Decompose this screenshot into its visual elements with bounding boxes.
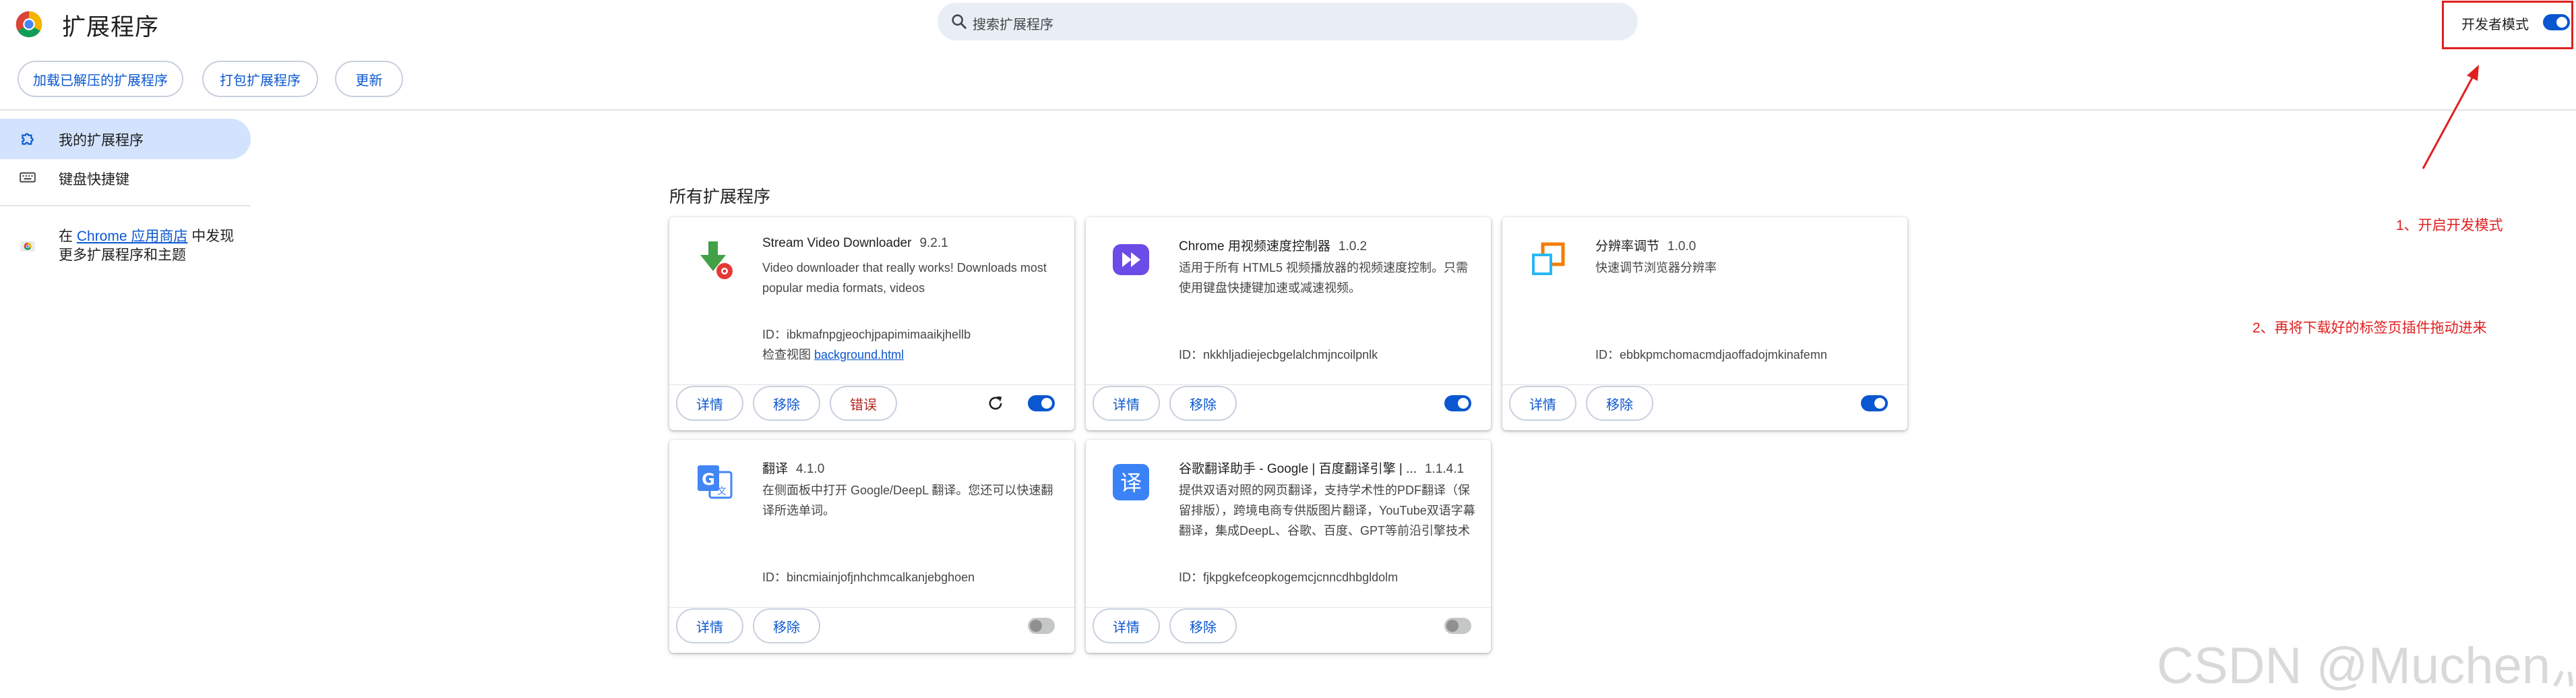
extension-version: 4.1.0 — [796, 462, 825, 476]
details-button[interactable]: 详情 — [676, 608, 743, 643]
extension-id: ID：ibkmafnpgjeochjpapimimaaikjhellb — [762, 328, 971, 341]
search-placeholder: 搜索扩展程序 — [973, 18, 1053, 32]
extension-name: Chrome 用视频速度控制器 1.0.2 — [1179, 236, 1367, 254]
extension-version: 1.0.0 — [1667, 239, 1696, 254]
extension-card: 译 谷歌翻译助手 - Google | 百度翻译引擎 | ... 1.1.4.1 … — [1086, 440, 1491, 653]
card-divider — [1086, 384, 1491, 385]
card-divider — [1086, 607, 1491, 608]
annotation-step1: 1、开启开发模式 — [2396, 218, 2503, 233]
extension-description: 在侧面板中打开 Google/DeepL 翻译。您还可以快速翻译所选单词。 — [762, 484, 1053, 517]
search-bar[interactable]: 搜索扩展程序 — [938, 3, 1638, 40]
extension-version: 9.2.1 — [919, 236, 948, 250]
details-button[interactable]: 详情 — [676, 386, 743, 421]
extension-enable-toggle[interactable] — [1444, 618, 1471, 634]
annotation-arrow — [2422, 65, 2479, 169]
chrome-logo-icon — [16, 11, 42, 38]
extension-card: Chrome 用视频速度控制器 1.0.2 适用于所有 HTML5 视频播放器的视… — [1086, 217, 1491, 430]
extension-description: Video downloader that really works! Down… — [762, 261, 1047, 295]
extension-card: 分辨率调节 1.0.0 快速调节浏览器分辨率 ID：ebbkpmchomacmdj… — [1502, 217, 1907, 430]
sidebar-item-label: 我的扩展程序 — [59, 133, 144, 148]
details-button[interactable]: 详情 — [1509, 386, 1576, 421]
sidebar-divider — [0, 205, 251, 206]
extension-enable-toggle[interactable] — [1861, 395, 1888, 411]
pack-extension-button[interactable]: 打包扩展程序 — [202, 61, 318, 97]
extension-id: ID：fjkpgkefceopkogemcjcnncdhbgldolm — [1179, 571, 1399, 584]
inspect-label: 检查视图 — [762, 348, 811, 361]
remove-button[interactable]: 移除 — [1586, 386, 1653, 421]
errors-button[interactable]: 错误 — [830, 386, 897, 421]
sidebar-item-keyboard-shortcuts[interactable]: 键盘快捷键 — [59, 169, 129, 189]
update-button[interactable]: 更新 — [335, 61, 403, 97]
keyboard-icon — [20, 172, 36, 183]
extension-enable-toggle[interactable] — [1028, 618, 1055, 634]
extension-name: 翻译 4.1.0 — [762, 459, 824, 477]
svg-text:译: 译 — [1120, 470, 1142, 496]
extension-name: Stream Video Downloader 9.2.1 — [762, 236, 948, 251]
download-arrow-icon — [700, 241, 733, 279]
store-suffix: 中发现 — [187, 229, 235, 244]
web-store-promo: 在 Chrome 应用商店 中发现 更多扩展程序和主题 — [59, 227, 261, 265]
reload-icon[interactable] — [986, 394, 1005, 413]
inspect-views: 检查视图 background.html — [762, 345, 904, 363]
extension-id: ID：nkkhljadiejecbgelalchmjncoilpnlk — [1179, 348, 1378, 361]
remove-button[interactable]: 移除 — [753, 386, 820, 421]
extension-title: 分辨率调节 — [1595, 239, 1660, 254]
translate-yi-icon: 译 — [1113, 464, 1149, 500]
web-store-link[interactable]: Chrome 应用商店 — [77, 229, 188, 244]
extension-title: 翻译 — [762, 462, 789, 476]
details-button[interactable]: 详情 — [1093, 608, 1160, 643]
store-prefix: 在 — [59, 229, 77, 244]
extension-id: ID：ebbkpmchomacmdjaoffadojmkinafemn — [1595, 348, 1827, 361]
remove-button[interactable]: 移除 — [753, 608, 820, 643]
resize-squares-icon — [1532, 242, 1565, 275]
fast-forward-icon — [1113, 244, 1149, 275]
toolbar-divider — [0, 109, 2576, 111]
extension-name: 分辨率调节 1.0.0 — [1595, 236, 1696, 254]
svg-text:文: 文 — [717, 486, 727, 497]
svg-text:G: G — [702, 470, 715, 489]
search-icon — [952, 14, 967, 29]
extension-title: 谷歌翻译助手 - Google | 百度翻译引擎 | ... — [1179, 462, 1417, 476]
extension-enable-toggle[interactable] — [1028, 395, 1055, 411]
extension-id: ID：bincmiainjofjnhchmcalkanjebghoen — [762, 571, 975, 584]
extension-title: Chrome 用视频速度控制器 — [1179, 239, 1330, 254]
extension-title: Stream Video Downloader — [762, 236, 912, 250]
remove-button[interactable]: 移除 — [1169, 608, 1237, 643]
remove-button[interactable]: 移除 — [1169, 386, 1237, 421]
extension-card: Stream Video Downloader 9.2.1 Video downl… — [669, 217, 1074, 430]
store-line2: 更多扩展程序和主题 — [59, 248, 186, 263]
web-store-icon — [20, 241, 35, 252]
extension-description: 快速调节浏览器分辨率 — [1595, 261, 1717, 274]
page-title: 扩展程序 — [62, 14, 160, 40]
inspect-background-link[interactable]: background.html — [814, 348, 904, 361]
extension-enable-toggle[interactable] — [1444, 395, 1471, 411]
section-title: 所有扩展程序 — [669, 187, 771, 206]
annotation-step2: 2、再将下载好的标签页插件拖动进来 — [2252, 320, 2487, 336]
google-translate-icon: G 文 — [698, 465, 733, 499]
card-divider — [669, 384, 1074, 385]
extension-card: G 文 翻译 4.1.0 在侧面板中打开 Google/DeepL 翻译。您还可以… — [669, 440, 1074, 653]
watermark: CSDN @Muchen灬 — [2157, 637, 2576, 695]
extension-description: 提供双语对照的网页翻译，支持学术性的PDF翻译（保留排版），跨境电商专供版图片翻… — [1179, 484, 1475, 537]
details-button[interactable]: 详情 — [1093, 386, 1160, 421]
extension-version: 1.0.2 — [1338, 239, 1368, 254]
load-unpacked-button[interactable]: 加载已解压的扩展程序 — [18, 61, 183, 97]
extension-description: 适用于所有 HTML5 视频播放器的视频速度控制。只需使用键盘快捷键加速或减速视… — [1179, 261, 1469, 295]
extension-name: 谷歌翻译助手 - Google | 百度翻译引擎 | ... 1.1.4.1 — [1179, 459, 1464, 477]
card-divider — [1502, 384, 1907, 385]
card-divider — [669, 607, 1074, 608]
extension-version: 1.1.4.1 — [1424, 462, 1465, 476]
extension-icon — [22, 133, 34, 145]
dev-mode-highlight-box — [2442, 1, 2573, 49]
